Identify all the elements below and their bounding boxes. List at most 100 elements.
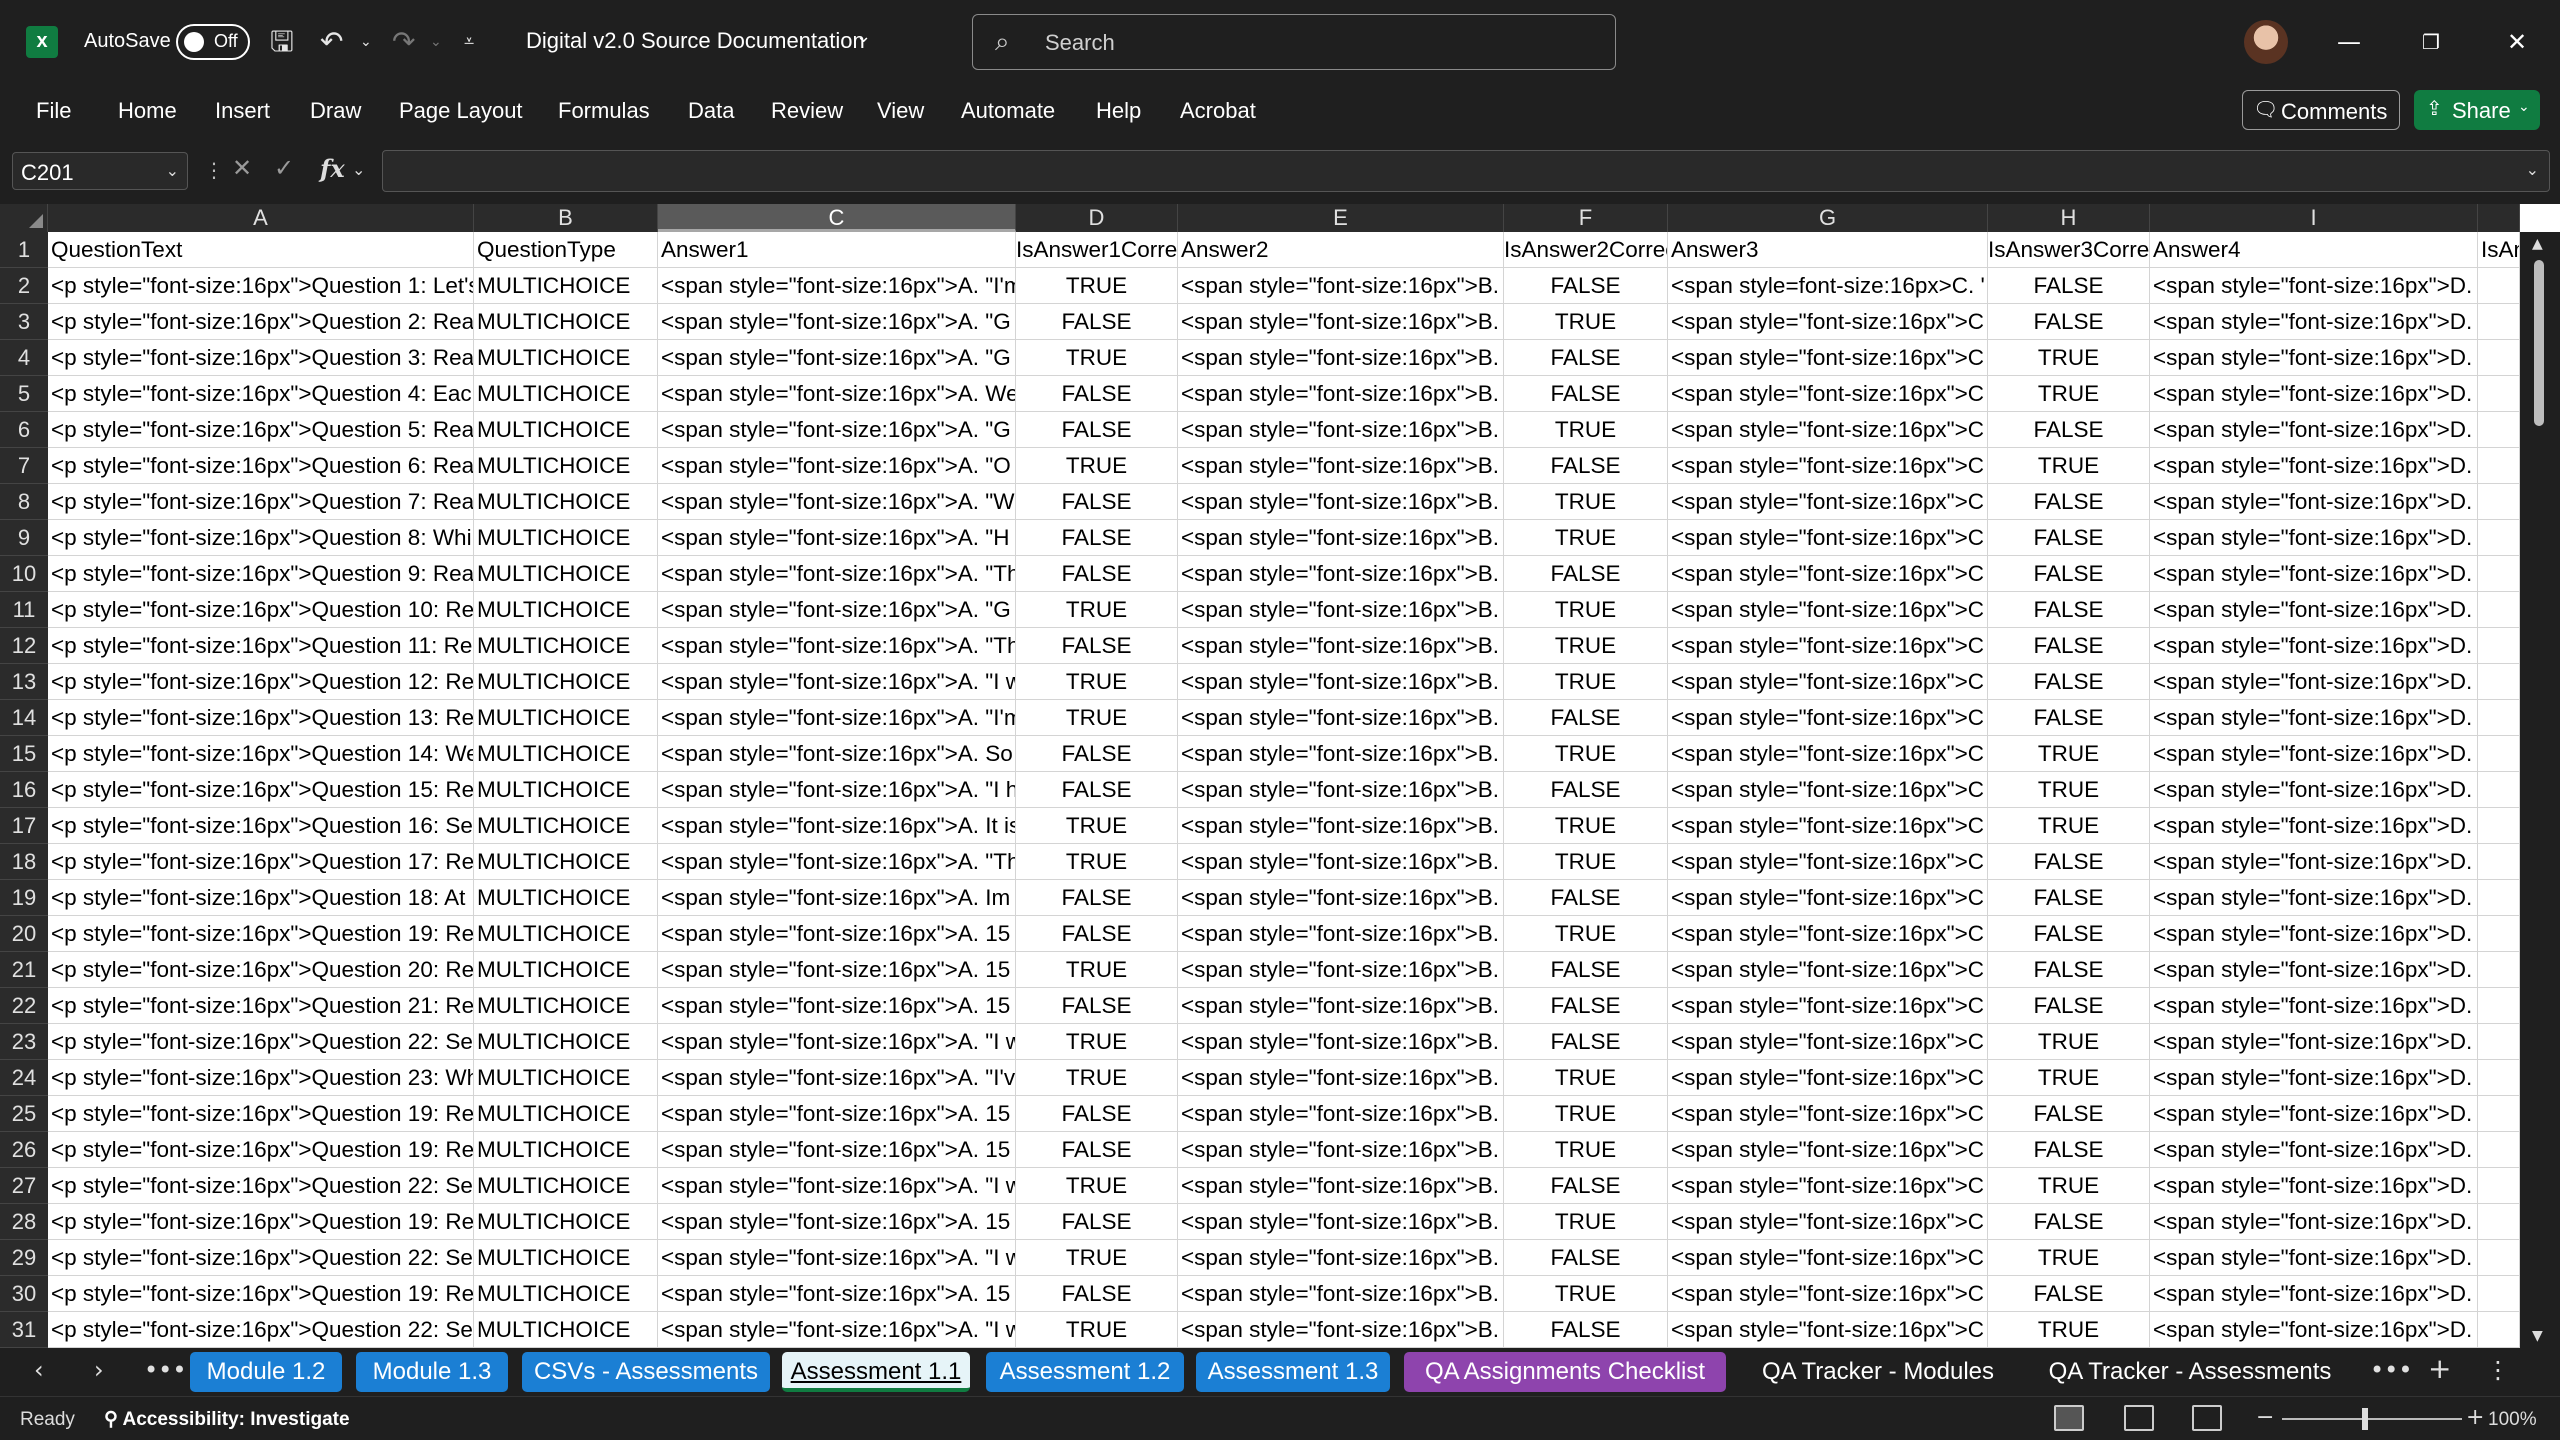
cell[interactable]: <span style="font-size:16px">C xyxy=(1668,844,1988,880)
cell[interactable]: <span style="font-size:16px">B. xyxy=(1178,916,1504,952)
row-header[interactable]: 4 xyxy=(0,340,48,376)
cell[interactable]: <span style="font-size:16px">C xyxy=(1668,1276,1988,1312)
row-header[interactable]: 3 xyxy=(0,304,48,340)
cell[interactable]: <p style="font-size:16px">Question 19: R… xyxy=(48,1096,474,1132)
cell[interactable]: <p style="font-size:16px">Question 1: Le… xyxy=(48,268,474,304)
cell[interactable]: FALSE xyxy=(1504,952,1668,988)
cell[interactable]: <span style="font-size:16px">B. xyxy=(1178,304,1504,340)
cell[interactable]: <span style="font-size:16px">C xyxy=(1668,1132,1988,1168)
restore-icon[interactable]: ❐ xyxy=(2406,22,2456,62)
cell[interactable]: <span style="font-size:16px">C xyxy=(1668,664,1988,700)
cell[interactable]: <span style="font-size:16px">B. xyxy=(1178,988,1504,1024)
cell[interactable]: <p style="font-size:16px">Question 14: W… xyxy=(48,736,474,772)
cell[interactable]: MULTICHOICE xyxy=(474,304,658,340)
cell[interactable]: TRUE xyxy=(1504,844,1668,880)
cell[interactable]: <span style="font-size:16px">C xyxy=(1668,1024,1988,1060)
cell[interactable]: MULTICHOICE xyxy=(474,844,658,880)
column-header-c[interactable]: C xyxy=(658,204,1016,232)
cell[interactable] xyxy=(2478,916,2520,952)
redo-icon[interactable]: ↷ xyxy=(392,24,415,60)
cell[interactable]: <span style="font-size:16px">B. xyxy=(1178,1096,1504,1132)
tab-page-layout[interactable]: Page Layout xyxy=(399,98,523,124)
cell[interactable]: FALSE xyxy=(1504,448,1668,484)
cell[interactable]: FALSE xyxy=(1988,628,2150,664)
cell[interactable]: <span style="font-size:16px">D. xyxy=(2150,772,2478,808)
sheet-tab[interactable]: QA Assignments Checklist xyxy=(1404,1352,1726,1392)
cell[interactable]: <p style="font-size:16px">Question 2: Re… xyxy=(48,304,474,340)
cell[interactable]: <span style="font-size:16px">C xyxy=(1668,412,1988,448)
cell[interactable]: <span style="font-size:16px">B. xyxy=(1178,1060,1504,1096)
cell[interactable] xyxy=(2478,304,2520,340)
cell[interactable]: Answer4 xyxy=(2150,232,2478,268)
cell[interactable]: TRUE xyxy=(1988,448,2150,484)
cell[interactable]: <span style="font-size:16px">D. xyxy=(2150,988,2478,1024)
tab-acrobat[interactable]: Acrobat xyxy=(1180,98,1256,124)
cell[interactable]: FALSE xyxy=(1016,484,1178,520)
column-header-partial[interactable] xyxy=(2478,204,2520,232)
cell[interactable]: <span style="font-size:16px">B. xyxy=(1178,664,1504,700)
cell[interactable]: FALSE xyxy=(1988,880,2150,916)
scroll-down-icon[interactable]: ▼ xyxy=(2532,1328,2543,1344)
cell[interactable]: TRUE xyxy=(1016,1312,1178,1348)
cell[interactable]: MULTICHOICE xyxy=(474,448,658,484)
cell[interactable]: <span style="font-size:16px">D. xyxy=(2150,664,2478,700)
cell[interactable]: <span style="font-size:16px">B. xyxy=(1178,1132,1504,1168)
cell[interactable]: <p style="font-size:16px">Question 19: R… xyxy=(48,916,474,952)
cell[interactable] xyxy=(2478,1168,2520,1204)
cell[interactable] xyxy=(2478,1276,2520,1312)
cell[interactable] xyxy=(2478,772,2520,808)
cell[interactable]: FALSE xyxy=(1504,988,1668,1024)
cell[interactable]: MULTICHOICE xyxy=(474,412,658,448)
cell[interactable]: MULTICHOICE xyxy=(474,1276,658,1312)
cell[interactable] xyxy=(2478,520,2520,556)
cell[interactable]: <span style="font-size:16px">B. xyxy=(1178,628,1504,664)
cell[interactable]: FALSE xyxy=(1504,1024,1668,1060)
cell[interactable]: FALSE xyxy=(1988,700,2150,736)
cell[interactable]: <span style="font-size:16px">C xyxy=(1668,808,1988,844)
cell[interactable]: FALSE xyxy=(1016,1276,1178,1312)
cell[interactable]: <span style="font-size:16px">B. xyxy=(1178,1312,1504,1348)
cell[interactable]: MULTICHOICE xyxy=(474,556,658,592)
cell[interactable]: <p style="font-size:16px">Question 16: S… xyxy=(48,808,474,844)
cell[interactable]: MULTICHOICE xyxy=(474,1168,658,1204)
column-header-g[interactable]: G xyxy=(1668,204,1988,232)
cell[interactable]: IsAn xyxy=(2478,232,2520,268)
cell[interactable] xyxy=(2478,1024,2520,1060)
document-title[interactable]: Digital v2.0 Source Documentation xyxy=(526,28,865,54)
zoom-out-icon[interactable]: − xyxy=(2256,1405,2274,1430)
cell[interactable]: <p style="font-size:16px">Question 13: R… xyxy=(48,700,474,736)
cell[interactable]: <span style="font-size:16px">D. xyxy=(2150,736,2478,772)
cell[interactable]: <span style="font-size:16px">C xyxy=(1668,1240,1988,1276)
expand-formula-icon[interactable]: ⌄ xyxy=(2526,160,2539,179)
cell[interactable]: <span style="font-size:16px">A. "G xyxy=(658,592,1016,628)
cell[interactable]: <span style="font-size:16px">A. 15 xyxy=(658,1276,1016,1312)
row-header[interactable]: 1 xyxy=(0,232,48,268)
cell[interactable]: <span style="font-size:16px">B. xyxy=(1178,1204,1504,1240)
cell[interactable]: FALSE xyxy=(1016,412,1178,448)
cell[interactable]: <span style="font-size:16px">C xyxy=(1668,340,1988,376)
sheet-tab[interactable]: Assessment 1.1 xyxy=(782,1352,970,1392)
cell[interactable]: <p style="font-size:16px">Question 18: A… xyxy=(48,880,474,916)
cell[interactable]: <p style="font-size:16px">Question 3: Re… xyxy=(48,340,474,376)
cell[interactable]: FALSE xyxy=(1016,1096,1178,1132)
cell[interactable]: <span style="font-size:16px">D. xyxy=(2150,880,2478,916)
cell[interactable] xyxy=(2478,952,2520,988)
cell[interactable]: <span style="font-size:16px">A. "G xyxy=(658,412,1016,448)
cell[interactable]: FALSE xyxy=(1016,1132,1178,1168)
row-header[interactable]: 26 xyxy=(0,1132,48,1168)
row-header[interactable]: 24 xyxy=(0,1060,48,1096)
cell[interactable]: <span style="font-size:16px">D. xyxy=(2150,952,2478,988)
cell[interactable]: <span style="font-size:16px">B. xyxy=(1178,1168,1504,1204)
chevron-down-icon[interactable]: ⌄ xyxy=(352,160,365,179)
cell[interactable]: <span style="font-size:16px">B. xyxy=(1178,952,1504,988)
cell[interactable]: FALSE xyxy=(1504,1240,1668,1276)
column-header-e[interactable]: E xyxy=(1178,204,1504,232)
cell[interactable]: FALSE xyxy=(1988,844,2150,880)
cell[interactable]: TRUE xyxy=(1504,664,1668,700)
cell[interactable]: <span style="font-size:16px">A. "G xyxy=(658,304,1016,340)
cell[interactable]: <span style="font-size:16px">A. "I w xyxy=(658,664,1016,700)
tab-file[interactable]: File xyxy=(36,98,71,124)
cell[interactable]: TRUE xyxy=(1016,952,1178,988)
cell[interactable]: FALSE xyxy=(1504,376,1668,412)
cell[interactable]: TRUE xyxy=(1504,1276,1668,1312)
